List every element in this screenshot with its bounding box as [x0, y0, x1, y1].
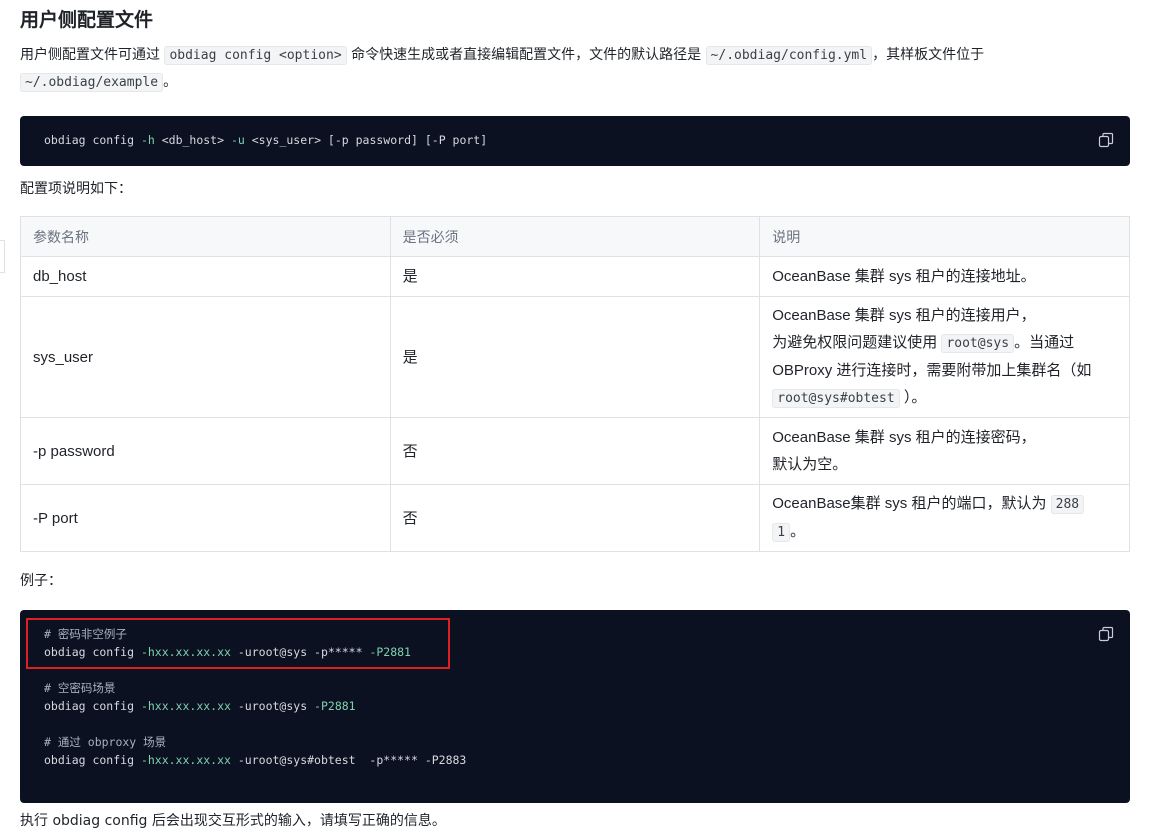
intro-text-3: ，其样板文件位于 [872, 47, 985, 63]
table-row: -p password 否 OceanBase 集群 sys 租户的连接密码， … [20, 417, 1130, 485]
cell-param-name: sys_user [20, 296, 391, 418]
desc-line: root@sys#obtest ）。 [772, 384, 1117, 412]
table-row: db_host 是 OceanBase 集群 sys 租户的连接地址。 [20, 256, 1130, 297]
side-collapse-tab[interactable] [0, 240, 5, 273]
code-arg-user: -uroot@sys#obtest -p***** -P2883 [230, 753, 467, 767]
code-arg-user: -uroot@sys -p***** [230, 645, 370, 659]
cell-description: OceanBase 集群 sys 租户的连接用户， 为避免权限问题建议使用 ro… [759, 296, 1130, 418]
code-flag-p: -P2881 [314, 699, 356, 713]
page-title: 用户侧配置文件 [20, 9, 154, 31]
inline-code-example-path: ~/.obdiag/example [20, 73, 164, 92]
code-arg-rest: <sys_user> [-p password] [-P port] [244, 133, 488, 147]
inline-code-config-command: obdiag config <option> [164, 46, 347, 65]
desc-line: OceanBase 集群 sys 租户的连接用户， [772, 307, 1036, 324]
cell-required: 是 [389, 296, 761, 418]
cell-param-name: -p password [20, 417, 391, 485]
desc-line: 1。 [772, 518, 1117, 546]
code-flag-p: -P2881 [369, 645, 411, 659]
code-comment: # 密码非空例子 [44, 627, 127, 641]
cell-required: 否 [389, 417, 761, 485]
code-flag-h: -h [140, 133, 155, 147]
desc-text: ）。 [903, 389, 927, 406]
code-command: obdiag config [44, 645, 141, 659]
table-row: sys_user 是 OceanBase 集群 sys 租户的连接用户， 为避免… [20, 296, 1130, 418]
cell-required: 否 [389, 484, 761, 552]
intro-text-4: 。 [163, 74, 178, 90]
desc-line: OceanBase集群 sys 租户的端口，默认为 288 [772, 490, 1117, 518]
desc-text: 。 [790, 523, 806, 540]
desc-text: 为避免权限问题建议使用 [772, 334, 938, 351]
code-line-example-2: obdiag config -hxx.xx.xx.xx -uroot@sys -… [44, 698, 356, 714]
code-arg-user: -uroot@sys [230, 699, 315, 713]
desc-line: OceanBase 集群 sys 租户的连接密码， [772, 429, 1036, 446]
desc-line: 默认为空。 [772, 456, 848, 473]
cell-description: OceanBase 集群 sys 租户的连接地址。 [759, 256, 1130, 297]
inline-code-port: 288 [1050, 495, 1085, 514]
desc-text: 。当通过 [1014, 334, 1075, 351]
header-param-name: 参数名称 [20, 216, 391, 257]
intro-text-1: 用户侧配置文件可通过 [20, 47, 160, 63]
header-description: 说明 [759, 216, 1130, 257]
code-command: obdiag config [44, 699, 141, 713]
trailing-paragraph: 执行 obdiag config 后会出现交互形式的输入，请填写正确的信息。 [20, 813, 446, 829]
cell-required: 是 [389, 256, 761, 297]
code-comment: # 通过 obproxy 场景 [44, 735, 167, 749]
copy-icon[interactable] [1098, 626, 1114, 642]
cell-description: OceanBase集群 sys 租户的端口，默认为 288 1。 [759, 484, 1130, 552]
table-row: -P port 否 OceanBase集群 sys 租户的端口，默认为 288 … [20, 484, 1130, 552]
code-flag-h: -hxx.xx.xx.xx [140, 753, 231, 767]
config-params-table: 参数名称 是否必须 说明 db_host 是 OceanBase 集群 sys … [20, 216, 1130, 552]
inline-code-root-sys: root@sys [941, 334, 1015, 353]
header-required: 是否必须 [389, 216, 761, 257]
desc-line: OBProxy 进行连接时，需要附带加上集群名（如 [772, 362, 1092, 379]
code-arg-db-host: <db_host> [154, 133, 231, 147]
code-flag-h: -hxx.xx.xx.xx [140, 699, 231, 713]
table-header-row: 参数名称 是否必须 说明 [20, 216, 1130, 257]
intro-paragraph: 用户侧配置文件可通过 obdiag config <option> 命令快速生成… [20, 42, 1132, 96]
cell-description: OceanBase 集群 sys 租户的连接密码， 默认为空。 [759, 417, 1130, 485]
code-command: obdiag config [44, 753, 141, 767]
code-flag-h: -hxx.xx.xx.xx [140, 645, 231, 659]
code-block-usage[interactable]: obdiag config -h <db_host> -u <sys_user>… [20, 116, 1130, 166]
code-line-example-3: obdiag config -hxx.xx.xx.xx -uroot@sys#o… [44, 752, 466, 768]
intro-text-2: 命令快速生成或者直接编辑配置文件，文件的默认路径是 [351, 47, 702, 63]
config-items-label: 配置项说明如下： [20, 181, 132, 197]
code-line-usage: obdiag config -h <db_host> -u <sys_user>… [44, 132, 487, 148]
cell-param-name: -P port [20, 484, 391, 552]
code-line-example-1: obdiag config -hxx.xx.xx.xx -uroot@sys -… [44, 644, 411, 660]
code-comment: # 空密码场景 [44, 681, 116, 695]
inline-code-port-wrap: 1 [772, 523, 791, 542]
desc-text: OceanBase集群 sys 租户的端口，默认为 [772, 495, 1047, 512]
inline-code-config-path: ~/.obdiag/config.yml [705, 46, 873, 65]
example-label: 例子： [20, 573, 62, 589]
code-command: obdiag config [44, 133, 141, 147]
cell-param-name: db_host [20, 256, 391, 297]
code-block-examples[interactable]: # 密码非空例子 obdiag config -hxx.xx.xx.xx -ur… [20, 610, 1130, 803]
code-flag-u: -u [230, 133, 245, 147]
copy-icon[interactable] [1098, 132, 1114, 148]
desc-line: 为避免权限问题建议使用 root@sys 。当通过 [772, 329, 1117, 357]
inline-code-root-sys-obtest: root@sys#obtest [772, 389, 900, 408]
